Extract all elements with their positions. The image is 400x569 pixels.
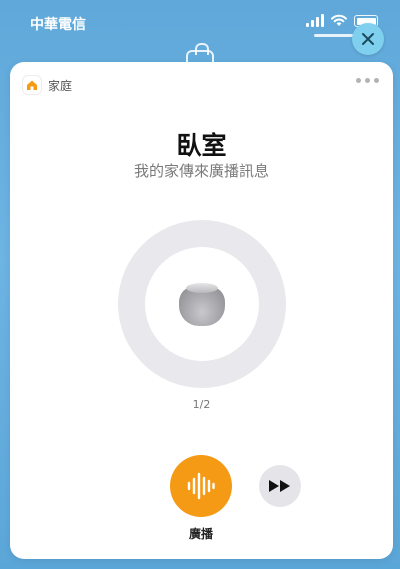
fast-forward-icon [269, 480, 290, 492]
close-icon [362, 33, 374, 45]
status-bar: 中華電信 [0, 0, 400, 46]
broadcast-label: 廣播 [188, 527, 213, 541]
home-icon [23, 76, 41, 94]
carrier-label: 中華電信 [30, 17, 86, 33]
page-indicator: 1/2 [192, 398, 211, 411]
more-icon [356, 78, 361, 83]
homepod-icon [179, 283, 225, 326]
waveform-icon [187, 472, 215, 500]
wifi-icon [331, 14, 347, 26]
device-ring [118, 220, 286, 388]
broadcast-button[interactable] [170, 455, 232, 517]
device-ring-inner [145, 247, 259, 361]
more-button[interactable] [356, 78, 379, 83]
broadcast-card: 家庭 臥室 我的家傳來廣播訊息 1/2 廣播 [10, 62, 393, 559]
skip-button[interactable] [259, 465, 301, 507]
broadcast-subtitle: 我的家傳來廣播訊息 [133, 162, 269, 180]
signal-icon [306, 13, 324, 27]
home-label: 家庭 [48, 78, 73, 93]
home-tag[interactable]: 家庭 [23, 76, 72, 94]
close-button[interactable] [352, 23, 384, 55]
room-title: 臥室 [176, 131, 227, 160]
